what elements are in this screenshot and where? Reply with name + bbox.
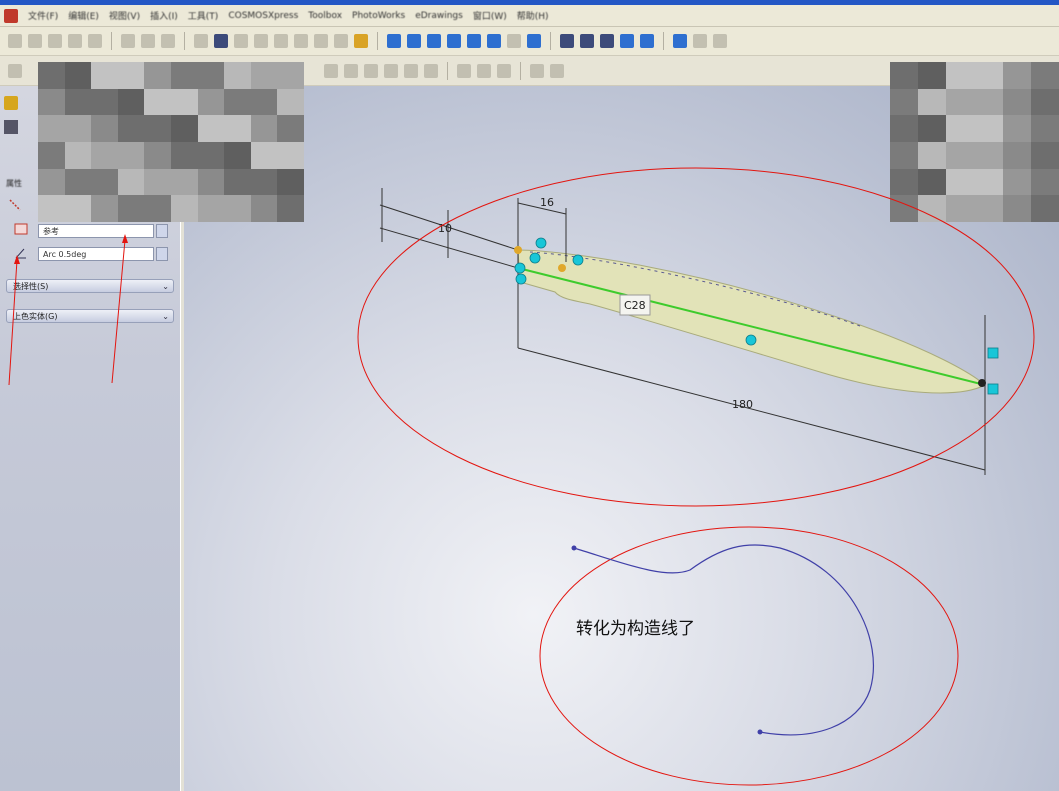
red-arrow	[111, 234, 128, 384]
centerline[interactable]	[517, 267, 986, 386]
red-annotation-ellipse-lower	[539, 526, 959, 786]
body-shape[interactable]	[517, 249, 986, 394]
curve-endpoint[interactable]	[571, 545, 577, 551]
construction-curve[interactable]	[573, 544, 874, 736]
dimension-top[interactable]: 16	[540, 196, 554, 209]
dimension-lines	[379, 188, 986, 475]
dimension-overall-length[interactable]: 180	[732, 398, 753, 411]
red-annotation-ellipse-upper	[357, 167, 1035, 507]
curve-endpoint[interactable]	[757, 729, 763, 735]
tip-point[interactable]	[978, 379, 986, 387]
sketch-overlay: 16 10 180 C28	[8, 167, 1035, 786]
red-arrow	[8, 255, 20, 386]
annotation-text: 转化为构造线了	[576, 619, 695, 639]
center-label: C28	[624, 299, 646, 312]
